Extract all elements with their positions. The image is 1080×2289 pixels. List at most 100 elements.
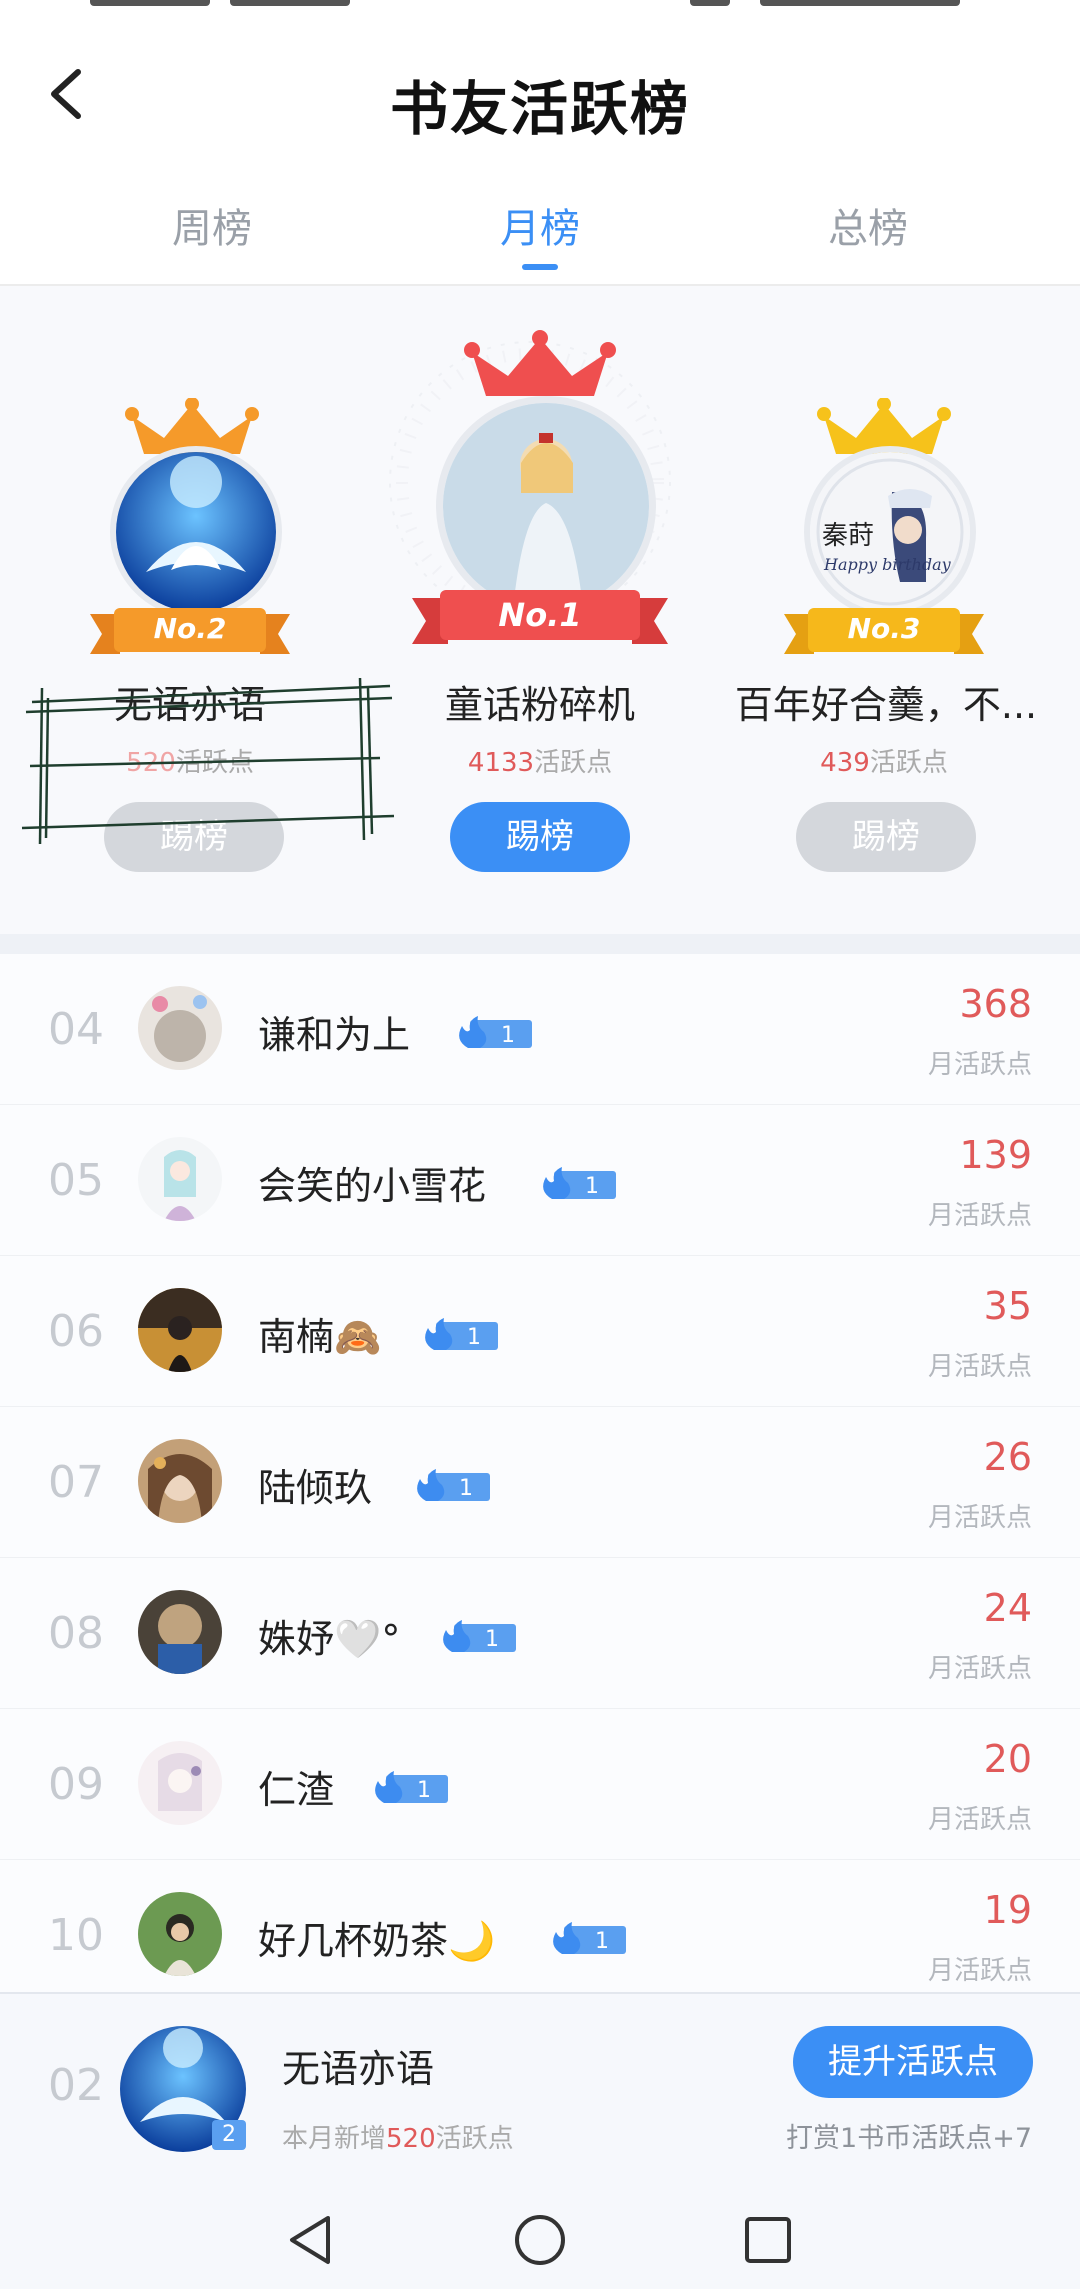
podium-first-avatar[interactable] — [436, 396, 656, 616]
list-item[interactable]: 06 南楠🙈 1 35 月活跃点 — [0, 1256, 1080, 1408]
nav-back-icon[interactable] — [284, 2212, 336, 2268]
snow-girl-avatar-image — [138, 1137, 222, 1221]
list-item[interactable]: 08 姝妤🤍° 1 24 月活跃点 — [0, 1558, 1080, 1710]
rank-number: 06 — [48, 1306, 104, 1357]
list-item[interactable]: 05 会笑的小雪花 1 139 月活跃点 — [0, 1105, 1080, 1257]
badge-level: 1 — [585, 1174, 599, 1199]
activity-value: 139 — [959, 1133, 1032, 1177]
fire-level-badge-icon: 1 — [553, 1922, 626, 1954]
avatar[interactable] — [138, 1137, 222, 1221]
rank-number: 08 — [48, 1608, 104, 1659]
floral-girl-avatar-image — [138, 1439, 222, 1523]
podium-second-avatar[interactable] — [110, 446, 282, 618]
avatar[interactable] — [138, 1892, 222, 1976]
system-nav-bar — [0, 2192, 1080, 2289]
fire-level-badge-icon: 1 — [443, 1620, 516, 1652]
rank-number: 09 — [48, 1759, 104, 1810]
summary-value: 520 — [386, 2124, 436, 2154]
rank-label-second: No.2 — [114, 604, 266, 662]
user-name: 会笑的小雪花 — [258, 1164, 487, 1208]
podium-first-name: 童话粉碎机 — [444, 683, 635, 727]
crown-icon — [464, 330, 616, 396]
activity-unit: 月活跃点 — [927, 1201, 1032, 1231]
avatar[interactable] — [138, 986, 222, 1070]
tab-total[interactable]: 总榜 — [768, 196, 968, 254]
avatar[interactable] — [138, 1741, 222, 1825]
badge-level: 1 — [485, 1627, 499, 1652]
status-bar-right — [690, 0, 730, 6]
section-divider — [0, 934, 1080, 954]
podium-third-name: 百年好合羹，不... — [734, 683, 1038, 727]
page-title: 书友活跃榜 — [389, 75, 690, 143]
activity-value: 20 — [983, 1737, 1032, 1781]
green-portrait-avatar-image — [138, 1892, 222, 1976]
activity-unit: 月活跃点 — [927, 1050, 1032, 1080]
svg-text:秦莳: 秦莳 — [822, 521, 874, 551]
avatar[interactable] — [138, 1439, 222, 1523]
podium-third-avatar[interactable]: 秦莳 Happy birthday — [804, 446, 976, 618]
fire-level-badge-icon: 1 — [417, 1469, 490, 1501]
fire-level-badge-icon: 1 — [543, 1167, 616, 1199]
girl-illustration-avatar — [443, 403, 649, 609]
dark-portrait-avatar-image — [138, 1288, 222, 1372]
list-item[interactable]: 07 陆倾玖 1 26 月活跃点 — [0, 1407, 1080, 1559]
activity-value: 26 — [983, 1435, 1032, 1479]
user-name: 仁渣 — [258, 1768, 335, 1812]
nav-recents-icon[interactable] — [742, 2214, 794, 2266]
rank-label-third: No.3 — [808, 604, 960, 662]
status-bar-left-2 — [230, 0, 350, 6]
my-monthly-summary: 本月新增520活跃点 — [282, 2118, 514, 2155]
rank-number: 07 — [48, 1457, 104, 1508]
summary-suffix: 活跃点 — [435, 2124, 514, 2154]
rank-text: No.2 — [153, 612, 227, 645]
activity-value: 24 — [983, 1586, 1032, 1630]
my-rank-number: 02 — [48, 2060, 104, 2111]
activity-unit: 月活跃点 — [927, 1805, 1032, 1835]
sketch-girl-avatar-image — [138, 1741, 222, 1825]
tab-monthly[interactable]: 月榜 — [440, 196, 640, 254]
boost-activity-button[interactable]: 提升活跃点 — [793, 2026, 1033, 2098]
cat-avatar-image — [138, 986, 222, 1070]
scribble-annotation — [21, 677, 395, 845]
activity-unit: 月活跃点 — [927, 1503, 1032, 1533]
points-suffix: 活跃点 — [534, 748, 613, 778]
activity-unit: 月活跃点 — [927, 1654, 1032, 1684]
fire-level-badge-icon: 1 — [375, 1771, 448, 1803]
points-value: 439 — [820, 748, 870, 778]
list-item[interactable]: 04 谦和为上 1 368 月活跃点 — [0, 954, 1080, 1106]
tab-active-indicator — [522, 264, 558, 270]
rank-number: 05 — [48, 1155, 104, 1206]
activity-unit: 月活跃点 — [927, 1352, 1032, 1382]
activity-value: 19 — [983, 1888, 1032, 1932]
user-name: 南楠🙈 — [258, 1315, 382, 1359]
rank-text: No.1 — [498, 596, 582, 634]
kick-button-third[interactable]: 踢榜 — [796, 802, 976, 872]
rank-number: 04 — [48, 1004, 104, 1055]
fire-level-badge-icon: 1 — [425, 1318, 498, 1350]
list-item[interactable]: 10 好几杯奶茶🌙 1 19 月活跃点 — [0, 1860, 1080, 2012]
user-name: 好几杯奶茶🌙 — [258, 1919, 496, 1963]
tab-bar: 周榜 月榜 总榜 — [0, 184, 1080, 286]
avatar[interactable] — [138, 1590, 222, 1674]
svg-text:Happy birthday: Happy birthday — [823, 555, 952, 574]
rank-number: 10 — [48, 1910, 104, 1961]
nav-home-icon[interactable] — [512, 2212, 568, 2268]
app-header: 书友活跃榜 — [0, 14, 1080, 184]
activity-unit: 月活跃点 — [927, 1956, 1032, 1986]
badge-level: 1 — [595, 1929, 609, 1954]
tab-weekly[interactable]: 周榜 — [112, 196, 312, 254]
rank-text: No.3 — [847, 612, 921, 645]
birthday-avatar-image: 秦莳 Happy birthday — [810, 452, 970, 612]
list-item[interactable]: 09 仁渣 1 20 月活跃点 — [0, 1709, 1080, 1861]
reward-tip: 打赏1书币活跃点+7 — [786, 2123, 1032, 2154]
avatar[interactable] — [138, 1288, 222, 1372]
points-suffix: 活跃点 — [869, 748, 948, 778]
user-name: 姝妤🤍° — [258, 1617, 401, 1661]
kick-button-first[interactable]: 踢榜 — [450, 802, 630, 872]
lotus-avatar-image — [116, 452, 276, 612]
podium-first-points: 4133活跃点 — [380, 742, 700, 779]
user-name: 谦和为上 — [258, 1013, 411, 1057]
status-bar-left — [90, 0, 210, 6]
badge-level: 1 — [467, 1325, 481, 1350]
top-three-podium: No.2 无语亦语 520活跃点 踢榜 No.1 童话粉碎机 4133活跃点 踢… — [0, 286, 1080, 934]
